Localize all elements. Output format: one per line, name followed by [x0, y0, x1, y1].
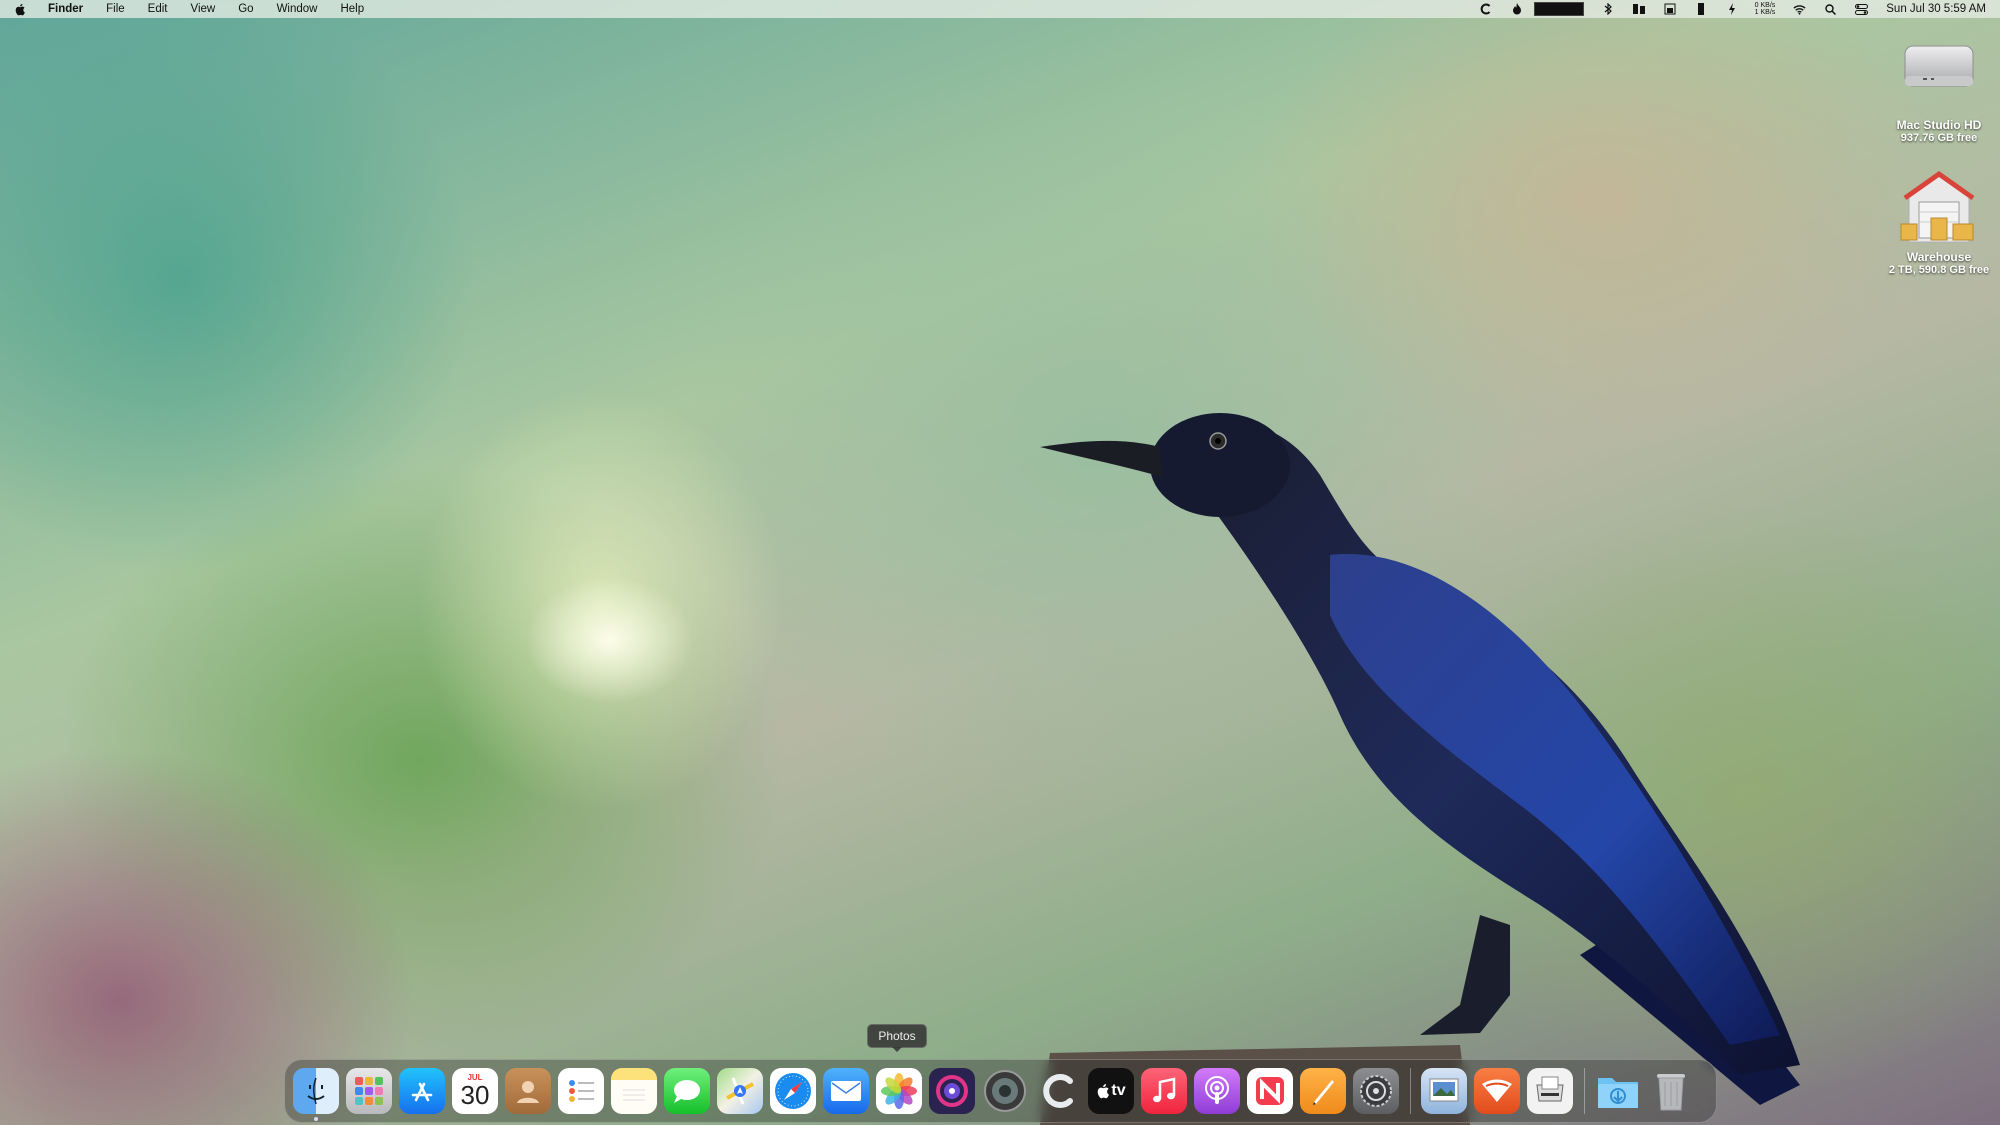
dock-contacts[interactable]: [505, 1068, 551, 1114]
wallpaper-crow: [1040, 413, 1800, 1125]
dock-tooltip: Photos: [867, 1024, 927, 1052]
apple-tv-label: tv: [1111, 1082, 1126, 1099]
desktop-item-detail: 937.76 GB free: [1900, 132, 1978, 144]
warehouse-drive-icon: [1900, 170, 1975, 243]
launchpad-icon: [355, 1077, 383, 1105]
dock-app-store[interactable]: [399, 1068, 445, 1114]
safari-icon: [775, 1073, 811, 1109]
dock-reminders[interactable]: [558, 1068, 604, 1114]
search-icon[interactable]: [1824, 3, 1837, 15]
dock-preview[interactable]: [1421, 1068, 1467, 1114]
dock-podcasts[interactable]: [1194, 1068, 1240, 1114]
menu-bar: Finder File Edit View Go Window Help 0 K…: [0, 0, 2000, 18]
menu-go[interactable]: Go: [238, 3, 253, 15]
preview-icon: [1429, 1078, 1459, 1102]
control-center-icon[interactable]: [1855, 3, 1869, 15]
network-speed[interactable]: 0 KB/s 1 KB/s: [1755, 2, 1776, 16]
mail-icon: [831, 1081, 861, 1101]
menu-edit[interactable]: Edit: [148, 3, 168, 15]
cleanmymac-icon: [1043, 1074, 1073, 1108]
dock-launchpad[interactable]: [346, 1068, 392, 1114]
dock-downloads-folder[interactable]: [1595, 1068, 1641, 1114]
dock-drafts[interactable]: [1474, 1068, 1520, 1114]
mac-studio-drive-icon: [1904, 45, 1974, 87]
dock-system-settings[interactable]: [1353, 1068, 1399, 1114]
desktop-item-detail: 2 TB, 590.8 GB free: [1888, 264, 1990, 276]
flame-icon[interactable]: [1511, 3, 1524, 15]
c-icon[interactable]: [1480, 3, 1493, 15]
notes-icon: [623, 1089, 645, 1101]
news-icon: [1256, 1077, 1284, 1105]
dock-finder[interactable]: [293, 1068, 339, 1121]
maps-icon: [726, 1077, 754, 1105]
reminders-icon: [569, 1080, 594, 1102]
menu-help[interactable]: Help: [340, 3, 364, 15]
contacts-icon: [517, 1081, 539, 1103]
dock-scanner[interactable]: [1527, 1068, 1573, 1114]
music-note-icon: [1153, 1077, 1176, 1103]
network-up: 0 KB/s: [1754, 2, 1776, 9]
dock-notes[interactable]: [611, 1068, 657, 1114]
messages-icon: [674, 1080, 700, 1103]
drafts-icon: [1482, 1079, 1512, 1102]
dock-mail[interactable]: [823, 1068, 869, 1114]
finder-icon: [307, 1077, 325, 1105]
dock-news[interactable]: [1247, 1068, 1293, 1114]
dock-separator: [1410, 1068, 1411, 1114]
app-store-icon: [411, 1082, 433, 1102]
network-down: 1 KB/s: [1754, 9, 1776, 16]
desktop-item-warehouse[interactable]: Warehouse 2 TB, 590.8 GB free: [1879, 168, 1999, 276]
wifi-icon[interactable]: [1793, 3, 1806, 15]
compressor-icon: [984, 1070, 1026, 1112]
menu-window[interactable]: Window: [277, 3, 318, 15]
scanner-icon: [1536, 1076, 1564, 1102]
dock-calendar[interactable]: JUL 30: [452, 1068, 498, 1114]
downloads-folder-icon: [1598, 1078, 1638, 1108]
photos-icon: [881, 1073, 917, 1109]
podcasts-icon: [1205, 1076, 1229, 1104]
dock-cleanmymac[interactable]: [1035, 1068, 1081, 1114]
dock-apple-tv[interactable]: tv: [1088, 1068, 1134, 1114]
dock: JUL 30 tv: [284, 1059, 1717, 1123]
dock-maps[interactable]: [717, 1068, 763, 1114]
dock-pages[interactable]: [1300, 1068, 1346, 1114]
trash-icon: [1657, 1074, 1685, 1111]
memory-icon[interactable]: [1633, 3, 1646, 15]
dock-trash[interactable]: [1648, 1068, 1694, 1114]
gear-icon: [1360, 1075, 1392, 1107]
desktop-item-name: Warehouse: [1906, 250, 1972, 264]
dock-compressor[interactable]: [982, 1068, 1028, 1114]
dock-omnifocus[interactable]: [929, 1068, 975, 1114]
energy-icon[interactable]: [1726, 3, 1739, 15]
pages-pen-icon: [1313, 1080, 1334, 1105]
app-menu-finder[interactable]: Finder: [48, 3, 83, 15]
dock-photos[interactable]: [876, 1068, 922, 1114]
battery-meter-icon[interactable]: [1533, 2, 1584, 16]
dock-music[interactable]: [1141, 1068, 1187, 1114]
menu-file[interactable]: File: [106, 3, 125, 15]
menu-clock[interactable]: Sun Jul 30 5:59 AM: [1886, 3, 1986, 15]
running-indicator: [314, 1117, 318, 1121]
dock-separator: [1584, 1068, 1585, 1114]
desktop-item-name: Mac Studio HD: [1896, 118, 1982, 132]
menu-view[interactable]: View: [191, 3, 216, 15]
bluetooth-icon[interactable]: [1602, 3, 1615, 15]
calendar-day: 30: [460, 1079, 490, 1110]
dock-safari[interactable]: [770, 1068, 816, 1114]
desktop-item-mac-studio-hd[interactable]: Mac Studio HD 937.76 GB free: [1879, 36, 1999, 144]
cpu-icon[interactable]: [1695, 3, 1708, 15]
apple-tv-logo-icon: [1098, 1084, 1110, 1099]
apple-menu-icon[interactable]: [14, 3, 26, 16]
disk-icon[interactable]: [1664, 3, 1677, 15]
omnifocus-icon: [936, 1075, 968, 1107]
dock-messages[interactable]: [664, 1068, 710, 1114]
